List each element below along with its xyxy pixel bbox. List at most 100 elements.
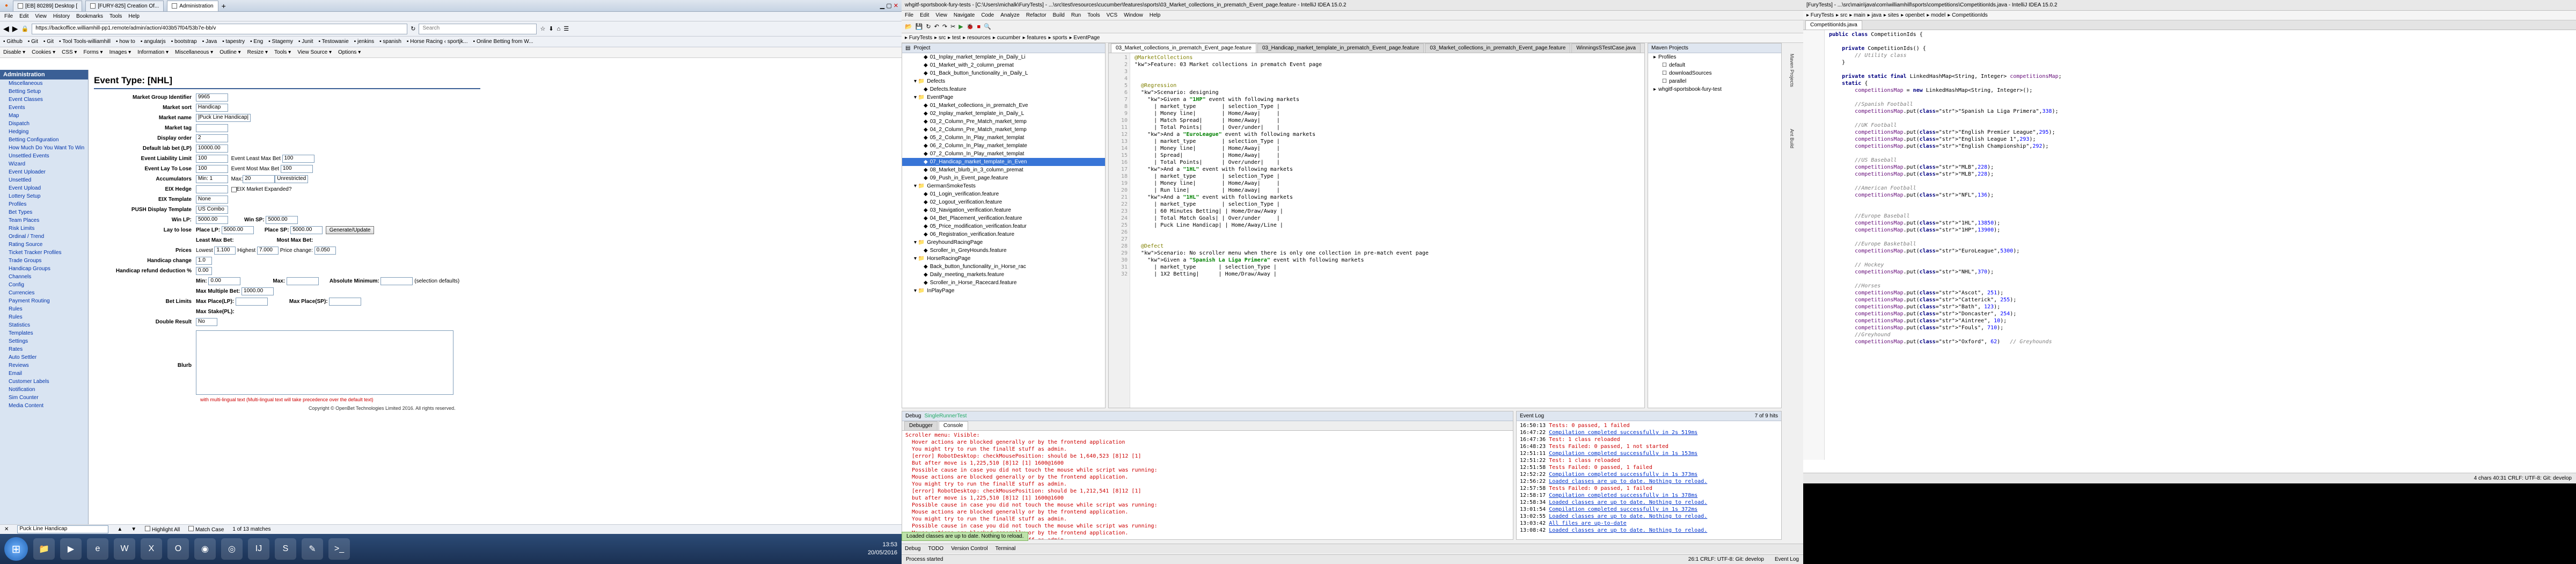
debugger-tab[interactable]: Debugger <box>904 421 938 430</box>
code-line[interactable]: competitionsMap.put(class="str">"Doncast… <box>1829 310 2573 317</box>
admin-sidebar-item[interactable]: Betting Setup <box>0 88 88 96</box>
dev-toolbar-item[interactable]: View Source ▾ <box>297 49 332 55</box>
admin-sidebar-item[interactable]: Ticket Tracker Profiles <box>0 249 88 257</box>
code-line[interactable]: | Money line| | Home/Away| | <box>1135 110 1641 117</box>
tree-file[interactable]: ◆ 03_Navigation_verification.feature <box>902 206 1105 214</box>
editor-tab[interactable]: WinningsSTestCase.java <box>1571 44 1641 53</box>
code-line[interactable] <box>1829 234 2573 241</box>
code-line[interactable]: "kw">Feature: 03 Market collections in p… <box>1135 61 1641 68</box>
event-log-entry[interactable]: 12:52:22 Compilation completed successfu… <box>1520 471 1778 478</box>
event-text[interactable]: Compilation completed successfully in 1s… <box>1549 472 1697 478</box>
dev-toolbar-item[interactable]: Cookies ▾ <box>32 49 55 55</box>
admin-sidebar-item[interactable]: Unsettled Events <box>0 152 88 160</box>
code-line[interactable]: @Regression <box>1135 82 1641 89</box>
code-line[interactable] <box>1829 199 2573 206</box>
admin-sidebar-item[interactable]: Settings <box>0 337 88 345</box>
event-text[interactable]: Loaded classes are up to date. Nothing t… <box>1549 527 1707 533</box>
tree-file[interactable]: ◆ Back_button_functionality_in_Horse_rac <box>902 263 1105 271</box>
taskbar-word-icon[interactable]: W <box>114 538 135 560</box>
event-text[interactable]: Compilation completed successfully in 1s… <box>1549 493 1697 498</box>
code-line[interactable]: public class CompetitionIds { <box>1829 31 2573 38</box>
maven-item[interactable]: ☐ default <box>1648 61 1781 69</box>
code-line[interactable]: competitionsMap.put(class="str">"Spanish… <box>1829 108 2573 115</box>
code-line[interactable]: | Match Spread| | Home/Away| | <box>1135 117 1641 124</box>
code-line[interactable]: @Defect <box>1135 243 1641 250</box>
admin-sidebar-item[interactable]: Rules <box>0 305 88 313</box>
min-input[interactable]: 0.00 <box>208 277 241 285</box>
price-change-input[interactable]: 0.050 <box>314 247 336 255</box>
bookmark-item[interactable]: ▪ Horse Racing ‹ sportjk... <box>407 39 468 45</box>
maven-item[interactable]: ▸ whgitf-sportsbook-fury-test <box>1648 85 1781 93</box>
minimize-icon[interactable]: ▁ <box>880 3 884 9</box>
code-line[interactable]: | 1X2 Betting| | Home/Draw/Away | <box>1135 271 1641 278</box>
tree-file[interactable]: ◆ 01_Login_verification.feature <box>902 190 1105 198</box>
find-input[interactable]: Puck Line Handicap <box>17 525 109 533</box>
code-line[interactable]: "kw">And a "1HL" event with following ma… <box>1135 194 1641 201</box>
code-line[interactable] <box>1829 255 2573 262</box>
search-icon[interactable]: 🔍 <box>984 23 991 30</box>
admin-sidebar-item[interactable]: Statistics <box>0 321 88 329</box>
max-place-lp-input[interactable] <box>235 298 268 306</box>
taskbar-notepad-icon[interactable]: ✎ <box>302 538 323 560</box>
maven-item[interactable]: ▸ Profiles <box>1648 53 1781 61</box>
ide-menu-item[interactable]: Code <box>981 12 994 18</box>
event-log-entry[interactable]: 13:03:42 All files are up-to-date <box>1520 520 1778 527</box>
event-log-entry[interactable]: 16:48:23 Tests Failed: 0 passed, 1 not s… <box>1520 443 1778 450</box>
form-input[interactable]: |Puck Line Handicap| <box>196 114 251 122</box>
event-log-entry[interactable]: 16:47:36 Test: 1 class reloaded <box>1520 436 1778 443</box>
editor-tab-competitionids[interactable]: CompetitionIds.java <box>1805 20 1862 30</box>
code-line[interactable]: competitionsMap.put(class="str">"English… <box>1829 129 2573 136</box>
max-input[interactable] <box>286 277 319 285</box>
dev-toolbar-item[interactable]: CSS ▾ <box>62 49 77 55</box>
bookmark-item[interactable]: ▪ Github <box>3 39 23 45</box>
code-line[interactable]: //Greyhound <box>1829 331 2573 338</box>
admin-sidebar-item[interactable]: Rates <box>0 345 88 353</box>
ide-menu-item[interactable]: Refactor <box>1026 12 1046 18</box>
taskbar-explorer-icon[interactable]: 📁 <box>33 538 55 560</box>
maven-item[interactable]: ☐ downloadSources <box>1648 69 1781 77</box>
menu-history[interactable]: History <box>53 13 70 19</box>
admin-sidebar-item[interactable]: Ordinal / Trend <box>0 233 88 241</box>
ide-menu-item[interactable]: VCS <box>1107 12 1118 18</box>
tree-file[interactable]: ◆ 03_2_Column_Pre_Match_market_temp <box>902 118 1105 126</box>
back-icon[interactable]: ◀ <box>3 24 9 33</box>
admin-sidebar-item[interactable]: Trade Groups <box>0 257 88 265</box>
win-lp-input[interactable]: 5000.00 <box>196 216 228 224</box>
sync-icon[interactable]: ↻ <box>926 23 931 30</box>
editor-tab[interactable]: 03_Market_collections_in_prematch_Event_… <box>1425 44 1571 53</box>
admin-sidebar-item[interactable]: Customer Labels <box>0 378 88 386</box>
place-lp-input[interactable]: 5000.00 <box>221 226 254 234</box>
admin-sidebar-item[interactable]: Lottery Setup <box>0 192 88 200</box>
feature-code[interactable]: @MarketCollections "kw">Feature: 03 Marke… <box>1131 53 1644 279</box>
event-text[interactable]: Compilation completed successfully in 2s… <box>1549 430 1697 436</box>
save-icon[interactable]: 💾 <box>916 23 923 30</box>
tree-folder[interactable]: ▾ 📁 Defects <box>902 77 1105 85</box>
taskbar-cmd-icon[interactable]: >_ <box>328 538 350 560</box>
code-line[interactable] <box>1135 68 1641 75</box>
admin-sidebar-item[interactable]: Sim Counter <box>0 394 88 402</box>
dev-toolbar-item[interactable]: Resize ▾ <box>247 49 268 55</box>
url-bar[interactable]: https://backoffice.williamhill-pp1.remot… <box>32 23 408 34</box>
event-log-entry[interactable]: 12:51:11 Compilation completed successfu… <box>1520 450 1778 457</box>
code-line[interactable]: //American Football <box>1829 185 2573 192</box>
debug-icon[interactable]: 🐞 <box>967 23 974 30</box>
ide-menu-item[interactable]: Tools <box>1087 12 1100 18</box>
breadcrumb-item[interactable]: ▸ sites <box>1884 12 1899 18</box>
event-text[interactable]: Compilation completed successfully in 1s… <box>1549 507 1697 512</box>
tree-folder[interactable]: ▾ 📁 EventPage <box>902 93 1105 102</box>
code-line[interactable]: | Puck Line Handicap| | Home/Away/Line | <box>1135 222 1641 229</box>
browser-tab-1[interactable]: [EB] 80289] Desktop [ <box>13 0 83 11</box>
tree-file[interactable]: ◆ 04_Bet_Placement_verification.feature <box>902 214 1105 222</box>
find-next-icon[interactable]: ▼ <box>131 526 136 532</box>
tool-window-tab[interactable]: TODO <box>928 546 943 552</box>
taskbar-media-icon[interactable]: ▶ <box>60 538 82 560</box>
dev-toolbar-item[interactable]: Options ▾ <box>338 49 361 55</box>
code-line[interactable] <box>1135 236 1641 243</box>
event-log-entry[interactable]: 12:51:22 Test: 1 class reloaded <box>1520 457 1778 464</box>
tree-file[interactable]: ◆ 02_Inplay_market_template_in_Daily_L <box>902 110 1105 118</box>
bookmark-item[interactable]: ▪ jenkins <box>354 39 374 45</box>
code-line[interactable]: //UK Football <box>1829 122 2573 129</box>
breadcrumb-item[interactable]: ▸ resources <box>963 35 991 41</box>
taskbar-excel-icon[interactable]: X <box>141 538 162 560</box>
event-log-list[interactable]: 16:50:13 Tests: 0 passed, 1 failed 16:47:… <box>1517 421 1781 535</box>
